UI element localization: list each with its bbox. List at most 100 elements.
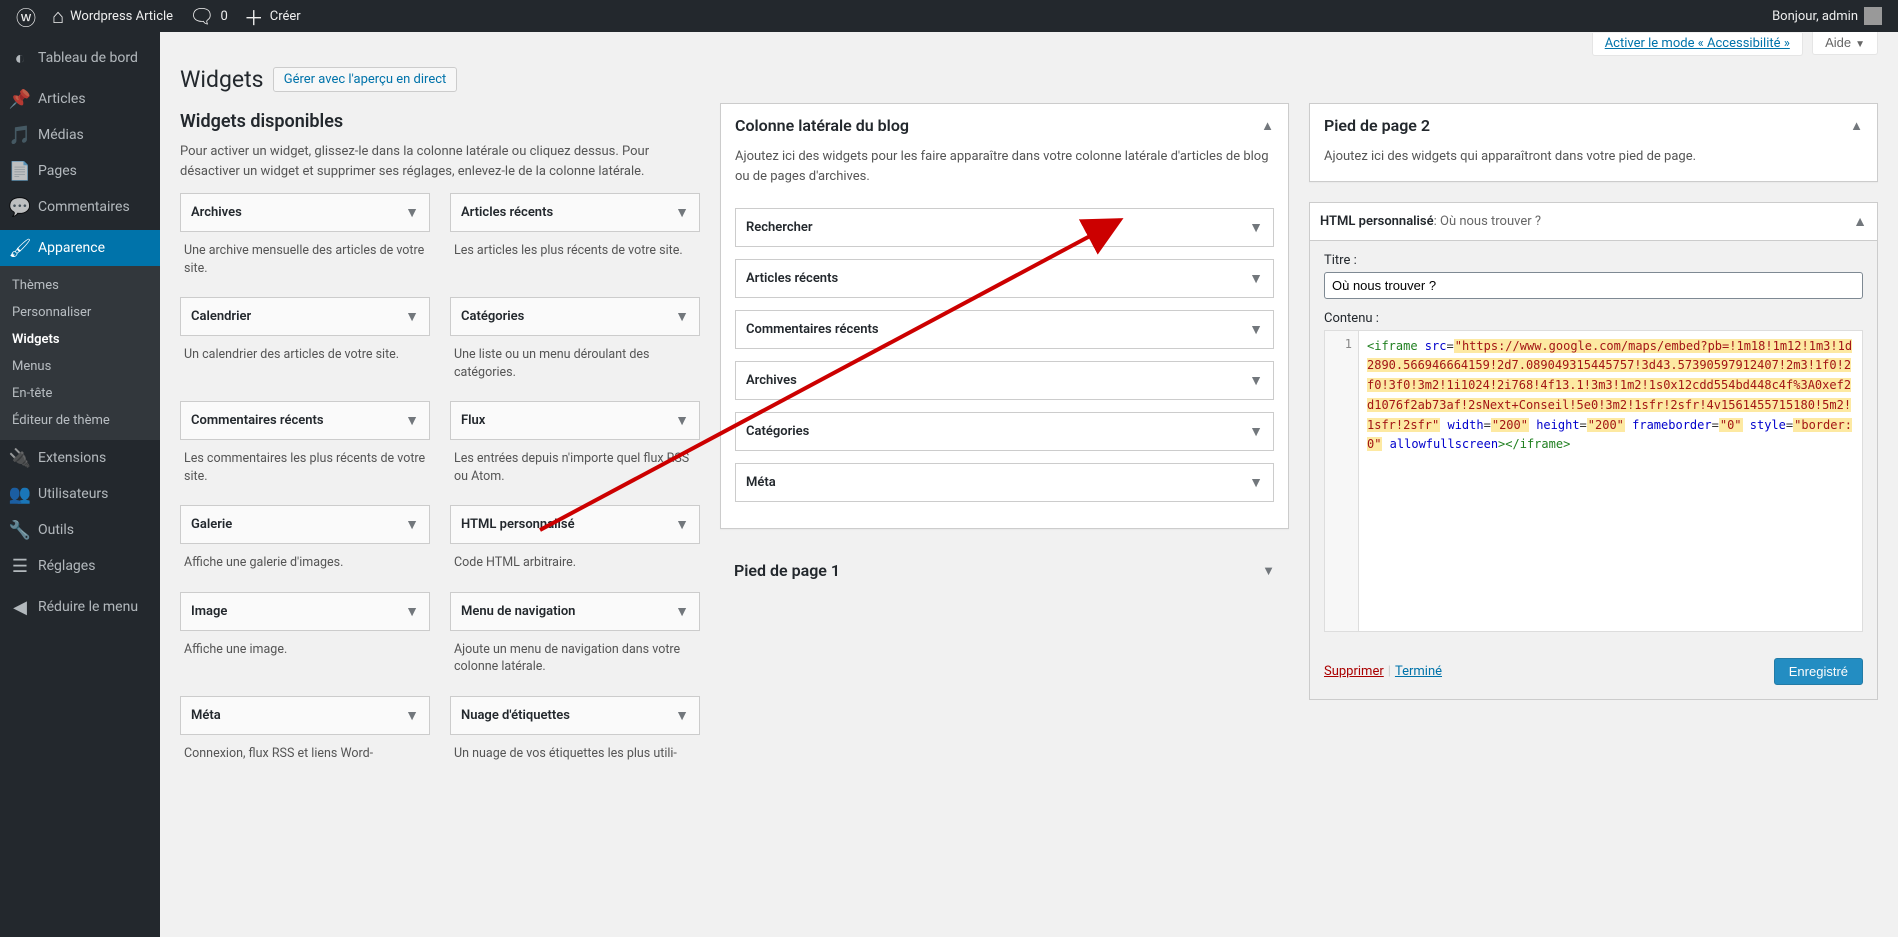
available-widget: Archives▼Une archive mensuelle des artic… xyxy=(180,193,430,293)
chevron-down-icon: ▼ xyxy=(1249,423,1263,440)
submenu-customize[interactable]: Personnaliser xyxy=(0,299,160,326)
widget-description: Un nuage de vos étiquettes les plus util… xyxy=(450,735,700,779)
collapse-icon: ◀ xyxy=(10,597,30,617)
code-area[interactable]: <iframe src="https://www.google.com/maps… xyxy=(1359,331,1862,631)
menu-plugins[interactable]: 🔌Extensions xyxy=(0,440,160,476)
widget-description: Une archive mensuelle des articles de vo… xyxy=(180,232,430,293)
delete-link[interactable]: Supprimer xyxy=(1324,664,1384,679)
zone-title: Pied de page 2 xyxy=(1324,116,1430,135)
submenu-menus[interactable]: Menus xyxy=(0,353,160,380)
menu-posts[interactable]: 📌Articles xyxy=(0,81,160,117)
available-widget: Flux▼Les entrées depuis n'importe quel f… xyxy=(450,401,700,501)
dashboard-icon: ◐ xyxy=(10,48,30,68)
save-button[interactable]: Enregistré xyxy=(1774,658,1863,685)
chevron-down-icon: ▼ xyxy=(1855,39,1865,50)
available-widget: Catégories▼Une liste ou un menu déroulan… xyxy=(450,297,700,397)
zone-blog-sidebar-toggle[interactable]: Colonne latérale du blog ▲ xyxy=(721,104,1288,147)
available-description: Pour activer un widget, glissez-le dans … xyxy=(180,142,700,181)
account-link[interactable]: Bonjour, admin xyxy=(1764,0,1890,32)
users-icon: 👥 xyxy=(10,484,30,504)
available-heading: Widgets disponibles xyxy=(180,111,700,132)
available-widget-handle[interactable]: Menu de navigation▼ xyxy=(450,592,700,631)
widget-header-toggle[interactable]: HTML personnalisé: Où nous trouver ? ▲ xyxy=(1310,203,1877,241)
placed-widget[interactable]: Méta▼ xyxy=(735,463,1274,502)
submenu-header[interactable]: En-tête xyxy=(0,380,160,407)
settings-icon: ☰ xyxy=(10,556,30,576)
html-code-editor[interactable]: 1 <iframe src="https://www.google.com/ma… xyxy=(1324,330,1863,632)
widget-title: HTML personnalisé xyxy=(461,517,575,532)
menu-collapse[interactable]: ◀Réduire le menu xyxy=(0,589,160,625)
available-widget-handle[interactable]: Galerie▼ xyxy=(180,505,430,544)
available-widget: Articles récents▼Les articles les plus r… xyxy=(450,193,700,293)
chevron-down-icon: ▼ xyxy=(1249,270,1263,287)
widget-title: Flux xyxy=(461,413,485,428)
chevron-down-icon: ▼ xyxy=(675,204,689,221)
menu-settings[interactable]: ☰Réglages xyxy=(0,548,160,584)
available-widget-handle[interactable]: Calendrier▼ xyxy=(180,297,430,336)
comment-count: 0 xyxy=(220,9,227,24)
zone-title: Colonne latérale du blog xyxy=(735,116,909,135)
submenu-themes[interactable]: Thèmes xyxy=(0,272,160,299)
menu-media[interactable]: 🎵Médias xyxy=(0,117,160,153)
site-name-link[interactable]: ⌂Wordpress Article xyxy=(44,0,181,32)
available-widget-handle[interactable]: Commentaires récents▼ xyxy=(180,401,430,440)
placed-widget[interactable]: Archives ▼ xyxy=(735,361,1274,400)
available-widget-handle[interactable]: Image▼ xyxy=(180,592,430,631)
chevron-up-icon: ▲ xyxy=(1853,213,1867,230)
menu-dashboard[interactable]: ◐Tableau de bord xyxy=(0,40,160,76)
media-icon: 🎵 xyxy=(10,125,30,145)
page-title: Widgets xyxy=(180,66,263,93)
done-link[interactable]: Terminé xyxy=(1395,664,1442,679)
available-widget-handle[interactable]: Méta▼ xyxy=(180,696,430,735)
title-input[interactable] xyxy=(1324,272,1863,299)
submenu-theme-editor[interactable]: Éditeur de thème xyxy=(0,407,160,434)
new-content-link[interactable]: ＋Créer xyxy=(236,0,309,32)
zone-footer-2-toggle[interactable]: Pied de page 2 ▲ xyxy=(1310,104,1877,147)
widget-description: Les commentaires les plus récents de vot… xyxy=(180,440,430,501)
menu-comments[interactable]: 💬Commentaires xyxy=(0,189,160,225)
chevron-down-icon: ▼ xyxy=(675,516,689,533)
widget-name: HTML personnalisé xyxy=(1320,214,1434,229)
menu-appearance[interactable]: 🖌Apparence xyxy=(0,230,160,266)
submenu-widgets[interactable]: Widgets xyxy=(0,326,160,353)
available-widget-handle[interactable]: HTML personnalisé ▼ xyxy=(450,505,700,544)
placed-widget[interactable]: Rechercher▼ xyxy=(735,208,1274,247)
menu-pages[interactable]: 📄Pages xyxy=(0,153,160,189)
accessibility-mode-link[interactable]: Activer le mode « Accessibilité » xyxy=(1592,33,1803,56)
available-widget: Méta▼Connexion, flux RSS et liens Word- xyxy=(180,696,430,779)
wp-logo[interactable]: ⓦ xyxy=(8,0,44,32)
available-widget-handle[interactable]: Archives▼ xyxy=(180,193,430,232)
chevron-up-icon: ▲ xyxy=(1261,118,1274,134)
zone-blog-sidebar: Colonne latérale du blog ▲ Ajoutez ici d… xyxy=(720,103,1289,529)
placed-widget[interactable]: Commentaires récents▼ xyxy=(735,310,1274,349)
menu-tools[interactable]: 🔧Outils xyxy=(0,512,160,548)
zone-footer-1-toggle[interactable]: Pied de page 1 ▼ xyxy=(720,549,1289,592)
widget-description: Une liste ou un menu déroulant des catég… xyxy=(450,336,700,397)
available-widget-handle[interactable]: Nuage d'étiquettes▼ xyxy=(450,696,700,735)
brush-icon: 🖌 xyxy=(10,238,30,258)
menu-users[interactable]: 👥Utilisateurs xyxy=(0,476,160,512)
widget-title: Menu de navigation xyxy=(461,604,575,619)
site-name-label: Wordpress Article xyxy=(70,9,173,24)
placed-widget[interactable]: Catégories▼ xyxy=(735,412,1274,451)
chevron-down-icon: ▼ xyxy=(1249,321,1263,338)
chevron-down-icon: ▼ xyxy=(1249,372,1263,389)
help-tab[interactable]: Aide▼ xyxy=(1812,32,1878,55)
available-widget-handle[interactable]: Flux▼ xyxy=(450,401,700,440)
widget-description: Un calendrier des articles de votre site… xyxy=(180,336,430,380)
widget-title: Commentaires récents xyxy=(191,413,324,428)
plugin-icon: 🔌 xyxy=(10,448,30,468)
available-widget: HTML personnalisé▼Code HTML arbitraire. xyxy=(450,505,700,588)
placed-widget[interactable]: Articles récents▼ xyxy=(735,259,1274,298)
widget-title: Archives xyxy=(746,373,797,388)
available-widgets-column: Widgets disponibles Pour activer un widg… xyxy=(180,103,700,782)
live-preview-button[interactable]: Gérer avec l'aperçu en direct xyxy=(273,67,458,92)
pin-icon: 📌 xyxy=(10,89,30,109)
available-widget: Menu de navigation▼Ajoute un menu de nav… xyxy=(450,592,700,692)
comments-link[interactable]: 🗨0 xyxy=(181,0,236,32)
available-widget: Commentaires récents▼Les commentaires le… xyxy=(180,401,430,501)
available-widget-handle[interactable]: Catégories▼ xyxy=(450,297,700,336)
available-widget-handle[interactable]: Articles récents▼ xyxy=(450,193,700,232)
zone-footer-2: Pied de page 2 ▲ Ajoutez ici des widgets… xyxy=(1309,103,1878,182)
chevron-down-icon: ▼ xyxy=(405,603,419,620)
